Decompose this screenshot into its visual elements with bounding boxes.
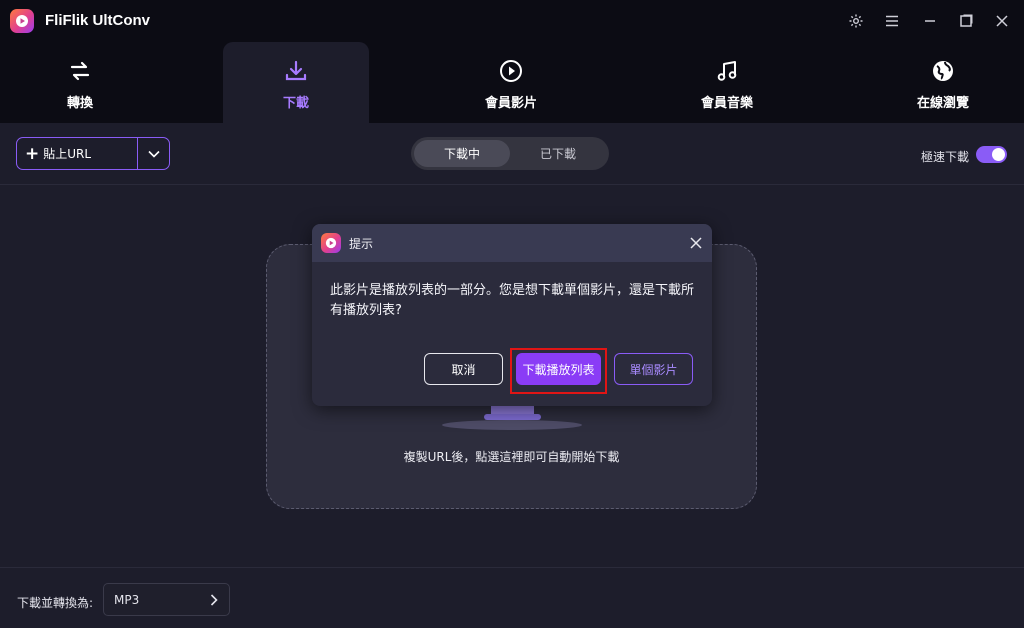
chevron-down-icon xyxy=(147,150,160,158)
cancel-button[interactable]: 取消 xyxy=(424,353,503,385)
dialog-title: 提示 xyxy=(349,237,374,251)
monitor-base xyxy=(484,414,541,420)
convert-arrows-icon xyxy=(67,58,93,84)
app-logo-icon xyxy=(10,9,34,33)
monitor-shadow xyxy=(442,420,582,430)
close-icon[interactable] xyxy=(991,10,1013,32)
tab-label: 轉換 xyxy=(66,96,93,111)
settings-icon[interactable] xyxy=(845,10,867,32)
tab-downloaded[interactable]: 已下載 xyxy=(510,140,606,167)
minimize-icon[interactable] xyxy=(919,10,941,32)
dialog-close-icon[interactable] xyxy=(686,233,706,253)
maximize-icon[interactable] xyxy=(955,10,977,32)
plus-icon: + xyxy=(25,143,40,164)
download-playlist-button[interactable]: 下載播放列表 xyxy=(516,353,601,385)
turbo-download-label: 極速下載 xyxy=(921,150,970,164)
dialog-header: 提示 xyxy=(312,224,712,262)
music-note-icon xyxy=(714,58,740,84)
output-format-select[interactable]: MP3 xyxy=(103,583,230,616)
turbo-download-toggle[interactable] xyxy=(976,146,1007,163)
paste-url-button[interactable]: + 貼上URL xyxy=(17,138,138,169)
menu-icon[interactable] xyxy=(881,10,903,32)
tab-downloading[interactable]: 下載中 xyxy=(414,140,510,167)
main-nav: 轉換 下載 會員影片 會員音樂 在線瀏覽 xyxy=(0,42,1024,123)
title-bar: FliFlik UltConv xyxy=(0,0,1024,42)
paste-url-dropdown-button[interactable] xyxy=(138,138,169,169)
toggle-knob xyxy=(992,148,1005,161)
tab-member-video[interactable]: 會員影片 xyxy=(441,42,581,123)
app-title: FliFlik UltConv xyxy=(45,12,150,29)
tab-member-music[interactable]: 會員音樂 xyxy=(657,42,797,123)
bottom-bar: 下載並轉換為: MP3 xyxy=(0,567,1024,628)
paste-url-label: 貼上URL xyxy=(43,147,92,161)
tab-label: 會員音樂 xyxy=(700,96,753,111)
single-video-button[interactable]: 單個影片 xyxy=(614,353,693,385)
tab-online-browse[interactable]: 在線瀏覽 xyxy=(873,42,1013,123)
tab-label: 在線瀏覽 xyxy=(916,96,969,111)
chevron-right-icon xyxy=(210,594,218,606)
dialog-message: 此影片是播放列表的一部分。您是想下載單個影片，還是下載所有播放列表? xyxy=(330,283,695,318)
download-toolbar: + 貼上URL 下載中 已下載 極速下載 xyxy=(0,123,1024,185)
play-circle-icon xyxy=(498,58,524,84)
output-format-value: MP3 xyxy=(114,592,140,607)
convert-format-label: 下載並轉換為: xyxy=(17,596,94,610)
tab-convert[interactable]: 轉換 xyxy=(0,42,160,123)
drop-zone-hint: 複製URL後，點選這裡即可自動開始下載 xyxy=(403,450,620,464)
paste-url-split-button: + 貼上URL xyxy=(16,137,170,170)
tab-download[interactable]: 下載 xyxy=(223,42,369,123)
tab-label: 下載 xyxy=(282,96,309,111)
globe-icon xyxy=(930,58,956,84)
playlist-prompt-dialog: 提示 此影片是播放列表的一部分。您是想下載單個影片，還是下載所有播放列表? 取消… xyxy=(312,224,712,406)
tab-label: 會員影片 xyxy=(484,96,537,111)
app-logo-icon xyxy=(321,233,341,253)
download-icon xyxy=(283,58,309,84)
download-status-segmented-control: 下載中 已下載 xyxy=(411,137,609,170)
